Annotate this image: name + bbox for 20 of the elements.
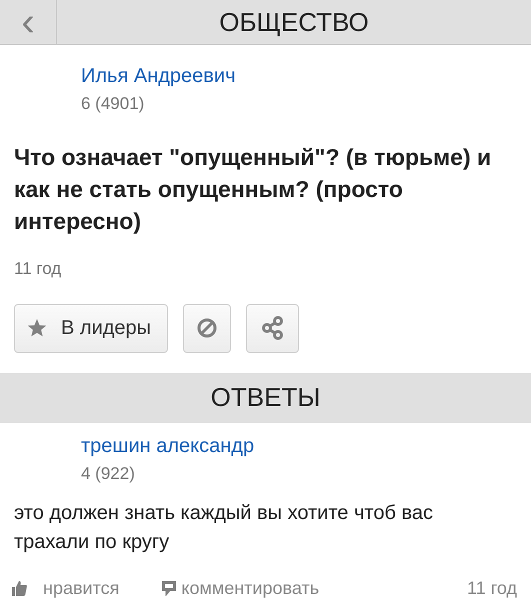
like-button[interactable]: нравится: [12, 574, 120, 602]
author-link[interactable]: трешин александр: [81, 430, 254, 461]
leader-button[interactable]: В лидеры: [14, 304, 168, 353]
thumbs-up-icon: [12, 580, 27, 596]
share-icon: [262, 316, 284, 340]
author-link[interactable]: Илья Андреевич: [81, 61, 236, 91]
answer-time: 11 год: [467, 576, 517, 600]
comment-icon: [162, 580, 176, 596]
page-title: ОБЩЕСТВО: [219, 6, 369, 36]
question-text: Что означает "опущенный"? (в тюрьме) и как не стать опущенным? (просто интересно): [14, 143, 492, 236]
star-icon: [27, 318, 47, 338]
block-button[interactable]: [183, 304, 231, 353]
answer-text: это должен знать каждый вы хотите чтоб вас трахали по кругу: [14, 500, 434, 555]
author-score: 6 (4901): [81, 94, 144, 113]
question-time: 11 год: [14, 258, 62, 278]
comment-button[interactable]: комментировать: [162, 574, 320, 602]
section-title: ОТВЕТЫ: [210, 381, 320, 414]
author-score: 4 (922): [81, 464, 135, 483]
share-button[interactable]: [246, 304, 299, 353]
block-icon: [197, 318, 217, 338]
